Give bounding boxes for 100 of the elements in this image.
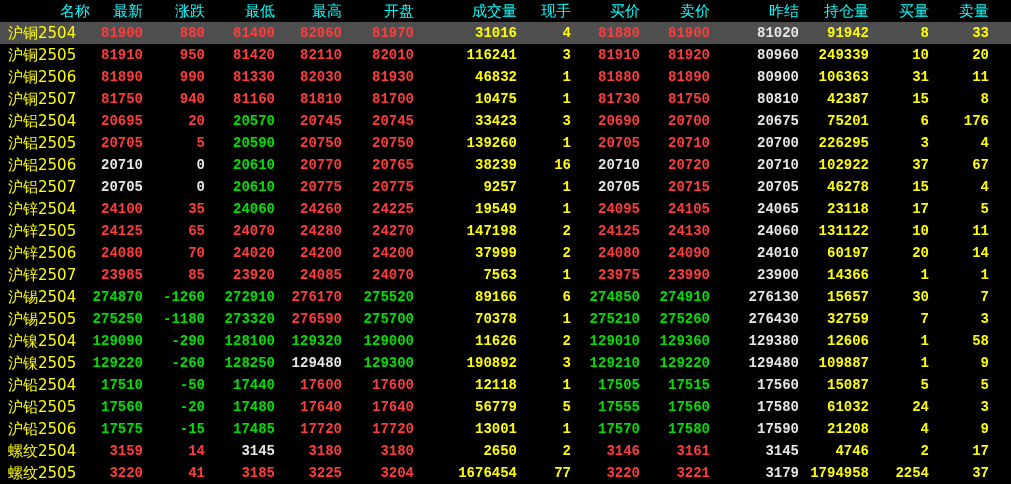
table-cell: 80960	[757, 47, 799, 63]
table-cell: 37999	[475, 245, 517, 261]
table-row[interactable]: 沪铝2507 20705 0 20610 20775 20775 9257 1 20705 20715 20705 46278 15 4	[0, 176, 1011, 198]
column-header[interactable]: 买量	[899, 1, 929, 21]
table-cell: 276170	[291, 289, 342, 305]
table-cell: 274850	[589, 289, 640, 305]
table-cell: 75201	[827, 113, 869, 129]
table-row[interactable]: 沪铜2507 81750 940 81160 81810 81700 10475 1 81730 81750 80810 42387 15 8	[0, 88, 1011, 110]
table-cell: 81750	[668, 91, 710, 107]
table-cell: 11	[972, 69, 989, 85]
table-cell: 24080	[101, 245, 143, 261]
table-cell: 17	[972, 443, 989, 459]
table-cell: 81910	[598, 47, 640, 63]
table-cell: 24200	[300, 245, 342, 261]
table-cell: 147198	[466, 223, 517, 239]
table-cell: 12606	[827, 333, 869, 349]
table-row[interactable]: 沪锡2504 274870 -1260 272910 276170 275520 89166 6 274850 274910 276130 15657 30 7	[0, 286, 1011, 308]
column-header[interactable]: 持仓量	[824, 1, 869, 21]
table-cell: 1676454	[458, 465, 517, 481]
table-cell: 24090	[668, 245, 710, 261]
column-header[interactable]: 最新	[113, 1, 143, 21]
table-cell: 24270	[372, 223, 414, 239]
table-row[interactable]: 沪锌2506 24080 70 24020 24200 24200 37999 2 24080 24090 24010 60197 20 14	[0, 242, 1011, 264]
table-row[interactable]: 沪锌2507 23985 85 23920 24085 24070 7563 1 23975 23990 23900 14366 1 1	[0, 264, 1011, 286]
table-cell: 沪铝2505	[8, 133, 77, 153]
table-cell: 20705	[757, 179, 799, 195]
table-cell: 3145	[241, 443, 275, 459]
table-row[interactable]: 沪铅2504 17510 -50 17440 17600 17600 12118 1 17505 17515 17560 15087 5 5	[0, 374, 1011, 396]
table-row[interactable]: 沪铜2504 81900 880 81400 82060 81970 31016 4 81880 81900 81020 91942 8 33	[0, 22, 1011, 44]
table-cell: 20775	[372, 179, 414, 195]
table-cell: 17510	[101, 377, 143, 393]
table-cell: 3204	[380, 465, 414, 481]
table-cell: 螺纹2504	[8, 441, 77, 461]
table-cell: 沪镍2504	[8, 331, 77, 351]
table-row[interactable]: 沪铅2506 17575 -15 17485 17720 17720 13001 1 17570 17580 17590 21208 4 9	[0, 418, 1011, 440]
table-cell: 23920	[233, 267, 275, 283]
table-cell: 沪锌2504	[8, 199, 77, 219]
table-cell: 15	[912, 179, 929, 195]
table-cell: 226295	[818, 135, 869, 151]
table-cell: 沪锌2505	[8, 221, 77, 241]
table-cell: 129300	[363, 355, 414, 371]
table-row[interactable]: 沪镍2505 129220 -260 128250 129480 129300 190892 3 129210 129220 129480 109887 1 9	[0, 352, 1011, 374]
table-row[interactable]: 沪锌2505 24125 65 24070 24280 24270 147198 2 24125 24130 24060 131122 10 11	[0, 220, 1011, 242]
table-cell: 24280	[300, 223, 342, 239]
column-header[interactable]: 昨结	[769, 1, 799, 21]
table-cell: 3	[562, 355, 571, 371]
table-cell: 275520	[363, 289, 414, 305]
table-cell: 沪铝2504	[8, 111, 77, 131]
column-header[interactable]: 买价	[610, 1, 640, 21]
table-cell: 3179	[765, 465, 799, 481]
table-cell: 129000	[363, 333, 414, 349]
table-cell: 5	[920, 377, 929, 393]
table-cell: 20690	[598, 113, 640, 129]
table-cell: 17560	[757, 377, 799, 393]
table-cell: 1	[920, 355, 929, 371]
column-header[interactable]: 现手	[541, 1, 571, 21]
table-row[interactable]: 沪铜2506 81890 990 81330 82030 81930 46832 1 81880 81890 80900 106363 31 11	[0, 66, 1011, 88]
table-cell: 81890	[101, 69, 143, 85]
table-cell: 沪铅2505	[8, 397, 77, 417]
table-row[interactable]: 沪铅2505 17560 -20 17480 17640 17640 56779 5 17555 17560 17580 61032 24 3	[0, 396, 1011, 418]
table-cell: 46832	[475, 69, 517, 85]
table-cell: 17485	[233, 421, 275, 437]
table-cell: 14366	[827, 267, 869, 283]
table-cell: 139260	[466, 135, 517, 151]
table-cell: -1180	[163, 311, 205, 327]
table-row[interactable]: 螺纹2505 3220 41 3185 3225 3204 1676454 77 3220 3221 3179 1794958 2254 37	[0, 462, 1011, 484]
table-cell: 13001	[475, 421, 517, 437]
table-row[interactable]: 沪铝2505 20705 5 20590 20750 20750 139260 1 20705 20710 20700 226295 3 4	[0, 132, 1011, 154]
column-header[interactable]: 涨跌	[175, 1, 205, 21]
table-cell: 20	[188, 113, 205, 129]
table-cell: 10475	[475, 91, 517, 107]
column-header[interactable]: 开盘	[384, 1, 414, 21]
table-cell: 32759	[827, 311, 869, 327]
table-row[interactable]: 螺纹2504 3159 14 3145 3180 3180 2650 2 3146 3161 3145 4746 2 17	[0, 440, 1011, 462]
table-cell: 81880	[598, 25, 640, 41]
table-cell: 17580	[757, 399, 799, 415]
table-cell: 20710	[668, 135, 710, 151]
table-cell: -260	[171, 355, 205, 371]
column-header[interactable]: 最高	[312, 1, 342, 21]
table-cell: -15	[179, 421, 205, 437]
table-row[interactable]: 沪铜2505 81910 950 81420 82110 82010 116241 3 81910 81920 80960 249339 10 20	[0, 44, 1011, 66]
table-row[interactable]: 沪铝2506 20710 0 20610 20770 20765 38239 16 20710 20720 20710 102922 37 67	[0, 154, 1011, 176]
table-cell: 17600	[300, 377, 342, 393]
table-cell: 沪铜2504	[8, 23, 77, 43]
table-cell: 6	[562, 289, 571, 305]
table-row[interactable]: 沪锡2505 275250 -1180 273320 276590 275700 70378 1 275210 275260 276430 32759 7 3	[0, 308, 1011, 330]
table-row[interactable]: 沪铝2504 20695 20 20570 20745 20745 33423 3 20690 20700 20675 75201 6 176	[0, 110, 1011, 132]
column-header[interactable]: 卖量	[959, 1, 989, 21]
table-row[interactable]: 沪锌2504 24100 35 24060 24260 24225 19549 1 24095 24105 24065 23118 17 5	[0, 198, 1011, 220]
table-cell: 3145	[765, 443, 799, 459]
column-header[interactable]: 成交量	[472, 1, 517, 21]
column-header[interactable]: 卖价	[680, 1, 710, 21]
column-header[interactable]: 最低	[245, 1, 275, 21]
column-header[interactable]: 名称	[60, 1, 90, 21]
table-cell: 1	[562, 311, 571, 327]
table-cell: 20705	[101, 179, 143, 195]
table-cell: 176	[963, 113, 989, 129]
table-cell: 70378	[475, 311, 517, 327]
table-cell: 20700	[757, 135, 799, 151]
table-row[interactable]: 沪镍2504 129090 -290 128100 129320 129000 11626 2 129010 129360 129380 12606 1 58	[0, 330, 1011, 352]
